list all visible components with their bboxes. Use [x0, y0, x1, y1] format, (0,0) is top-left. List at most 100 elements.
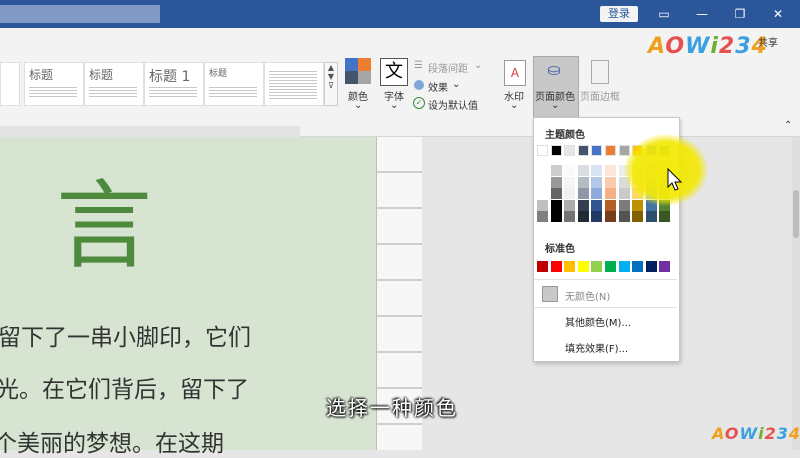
theme-color-shade-swatch[interactable]	[577, 165, 589, 176]
chevron-down-icon[interactable]: ⌄	[354, 100, 362, 111]
document-text-line: 光。在它们背后，留下了	[0, 377, 249, 403]
theme-color-shade-swatch[interactable]	[550, 211, 562, 222]
theme-color-shade-swatch[interactable]	[577, 176, 589, 188]
style-thumb-partial[interactable]	[0, 62, 20, 106]
theme-color-shade-swatch[interactable]	[550, 176, 562, 188]
minimize-icon[interactable]: —	[694, 6, 710, 22]
effects-button[interactable]: 效果	[428, 79, 448, 94]
standard-color-swatch[interactable]	[632, 261, 644, 272]
theme-color-shade-swatch[interactable]	[591, 211, 603, 222]
theme-color-shade-swatch[interactable]	[550, 188, 562, 199]
vertical-scrollbar[interactable]	[792, 137, 800, 450]
theme-color-shade-swatch[interactable]	[577, 199, 589, 211]
watermark-icon[interactable]: A	[504, 60, 526, 86]
colors-icon[interactable]	[345, 58, 371, 84]
theme-color-shade-swatch[interactable]	[605, 199, 616, 211]
theme-colors-label: 主题颜色	[545, 130, 585, 141]
divider	[534, 307, 677, 308]
set-default-button[interactable]: 设为默认值	[428, 97, 478, 112]
paragraph-spacing-icon: ☰	[414, 60, 423, 71]
theme-color-shade-swatch[interactable]	[564, 165, 576, 176]
theme-color-shade-swatch[interactable]	[605, 188, 616, 199]
theme-color-swatch[interactable]	[605, 145, 616, 156]
standard-colors-label: 标准色	[545, 244, 575, 255]
ribbon-display-icon[interactable]: ▭	[656, 6, 672, 22]
style-gallery-scroll[interactable]: ▲ ▼ ⊽	[324, 62, 338, 106]
theme-color-swatch[interactable]	[577, 145, 589, 156]
theme-color-shade-swatch[interactable]	[577, 188, 589, 199]
theme-color-shade-swatch[interactable]	[605, 176, 616, 188]
chevron-down-icon[interactable]: ⌄	[551, 100, 559, 111]
theme-color-shade-swatch[interactable]	[591, 199, 603, 211]
theme-color-swatch[interactable]	[550, 145, 562, 156]
checkmark-icon: ✓	[413, 97, 425, 109]
theme-color-shade-swatch[interactable]	[605, 211, 616, 222]
theme-color-shade-swatch[interactable]	[632, 199, 644, 211]
theme-color-shade-swatch[interactable]	[537, 165, 548, 176]
style-thumb[interactable]: 标题	[24, 62, 84, 106]
no-color-icon	[542, 286, 558, 302]
theme-color-shade-swatch[interactable]	[618, 199, 630, 211]
no-color-item[interactable]: 无颜色(N)	[565, 288, 610, 303]
standard-color-swatch[interactable]	[659, 261, 671, 272]
style-thumb[interactable]	[264, 62, 324, 106]
theme-color-shade-swatch[interactable]	[659, 211, 671, 222]
theme-color-shade-swatch[interactable]	[605, 165, 616, 176]
more-colors-item[interactable]: 其他颜色(M)...	[565, 314, 631, 329]
theme-color-shade-swatch[interactable]	[564, 188, 576, 199]
theme-color-shade-swatch[interactable]	[591, 188, 603, 199]
chevron-down-icon[interactable]: ⌄	[390, 100, 398, 111]
document-text-line: 留下了一串小脚印，它们	[0, 325, 251, 351]
standard-color-swatch[interactable]	[605, 261, 616, 272]
style-thumb[interactable]: 标题 1	[144, 62, 204, 106]
theme-color-shade-swatch[interactable]	[537, 188, 548, 199]
chevron-down-icon[interactable]: ⌄	[510, 100, 518, 111]
effects-icon	[414, 80, 424, 90]
theme-color-shade-swatch[interactable]	[537, 211, 548, 222]
divider	[534, 279, 677, 280]
theme-color-swatch[interactable]	[564, 145, 576, 156]
fonts-icon[interactable]: 文	[380, 58, 408, 86]
document-margin	[0, 126, 300, 137]
watermark-logo: AOWi234	[712, 424, 800, 443]
standard-color-swatch[interactable]	[577, 261, 589, 272]
standard-color-swatch[interactable]	[537, 261, 548, 272]
theme-color-shade-swatch[interactable]	[591, 165, 603, 176]
paragraph-spacing-button[interactable]: 段落间距	[428, 60, 468, 75]
theme-color-shade-swatch[interactable]	[550, 165, 562, 176]
share-button[interactable]: 共享	[758, 34, 778, 49]
theme-color-swatch[interactable]	[591, 145, 603, 156]
theme-color-shade-swatch[interactable]	[591, 176, 603, 188]
page-border-button-label[interactable]: 页面边框	[578, 88, 622, 103]
theme-color-shade-swatch[interactable]	[564, 211, 576, 222]
standard-color-swatch[interactable]	[564, 261, 576, 272]
standard-color-swatch[interactable]	[645, 261, 657, 272]
page-border-icon[interactable]	[591, 60, 609, 84]
paint-bucket-icon: ⛀	[547, 60, 561, 79]
theme-color-shade-swatch[interactable]	[577, 211, 589, 222]
video-subtitle: 选择一种颜色	[326, 396, 458, 420]
scrollbar-thumb[interactable]	[793, 190, 799, 238]
theme-color-shade-swatch[interactable]	[632, 211, 644, 222]
chevron-down-icon[interactable]: ⌄	[452, 79, 460, 90]
theme-color-shade-swatch[interactable]	[645, 211, 657, 222]
theme-color-shade-swatch[interactable]	[537, 176, 548, 188]
style-thumb[interactable]: 标题	[84, 62, 144, 106]
theme-color-shade-swatch[interactable]	[564, 199, 576, 211]
theme-color-shade-swatch[interactable]	[537, 199, 548, 211]
theme-color-shade-swatch[interactable]	[550, 199, 562, 211]
standard-color-row[interactable]	[537, 261, 673, 273]
login-button[interactable]: 登录	[600, 6, 638, 22]
collapse-ribbon-icon[interactable]: ⌃	[784, 120, 792, 131]
theme-color-swatch[interactable]	[537, 145, 548, 156]
theme-color-shade-swatch[interactable]	[618, 188, 630, 199]
standard-color-swatch[interactable]	[591, 261, 603, 272]
restore-icon[interactable]: ❐	[732, 6, 748, 22]
style-thumb[interactable]: 标题	[204, 62, 264, 106]
standard-color-swatch[interactable]	[550, 261, 562, 272]
theme-color-shade-swatch[interactable]	[618, 211, 630, 222]
close-icon[interactable]: ✕	[770, 6, 786, 22]
fill-effects-item[interactable]: 填充效果(F)...	[565, 340, 628, 355]
theme-color-shade-swatch[interactable]	[564, 176, 576, 188]
standard-color-swatch[interactable]	[618, 261, 630, 272]
